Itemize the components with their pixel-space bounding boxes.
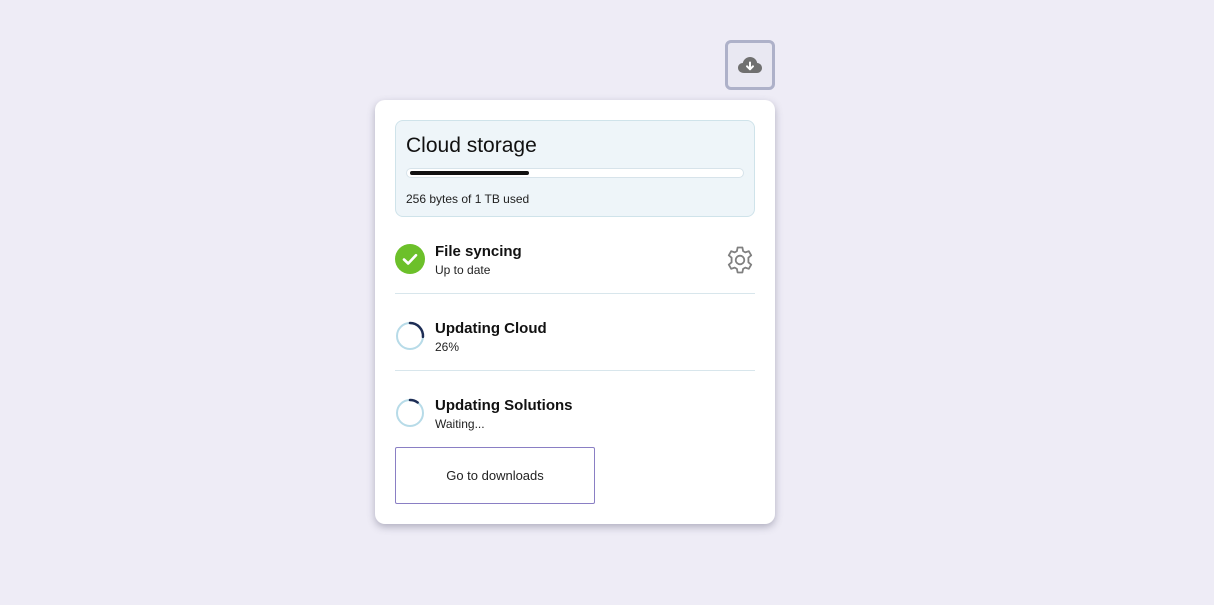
task-row-solutions: Updating Solutions Waiting... [395,379,755,439]
gear-icon[interactable] [725,245,755,275]
task-status: 26% [435,340,460,354]
cloud-download-button[interactable] [725,40,775,90]
storage-usage-text: 256 bytes of 1 TB used [406,192,530,206]
file-syncing-row: File syncing Up to date [395,225,755,285]
file-syncing-title: File syncing [435,243,522,260]
cloud-storage-panel: Cloud storage 256 bytes of 1 TB used Fil… [375,100,775,524]
task-title: Updating Cloud [435,320,547,337]
task-row-cloud: Updating Cloud 26% [395,302,755,362]
task-title: Updating Solutions [435,397,573,414]
divider [395,293,755,294]
check-circle-icon [395,244,425,274]
storage-title: Cloud storage [406,134,537,157]
cloud-download-icon [738,57,762,73]
spinner-icon [396,321,425,350]
storage-progress-bar [406,168,744,178]
file-syncing-status: Up to date [435,263,491,277]
divider [395,370,755,371]
task-status: Waiting... [435,417,485,431]
storage-progress-fill [410,171,529,175]
storage-summary: Cloud storage 256 bytes of 1 TB used [395,120,755,217]
go-to-downloads-button[interactable]: Go to downloads [395,447,595,504]
spinner-icon [396,398,424,427]
